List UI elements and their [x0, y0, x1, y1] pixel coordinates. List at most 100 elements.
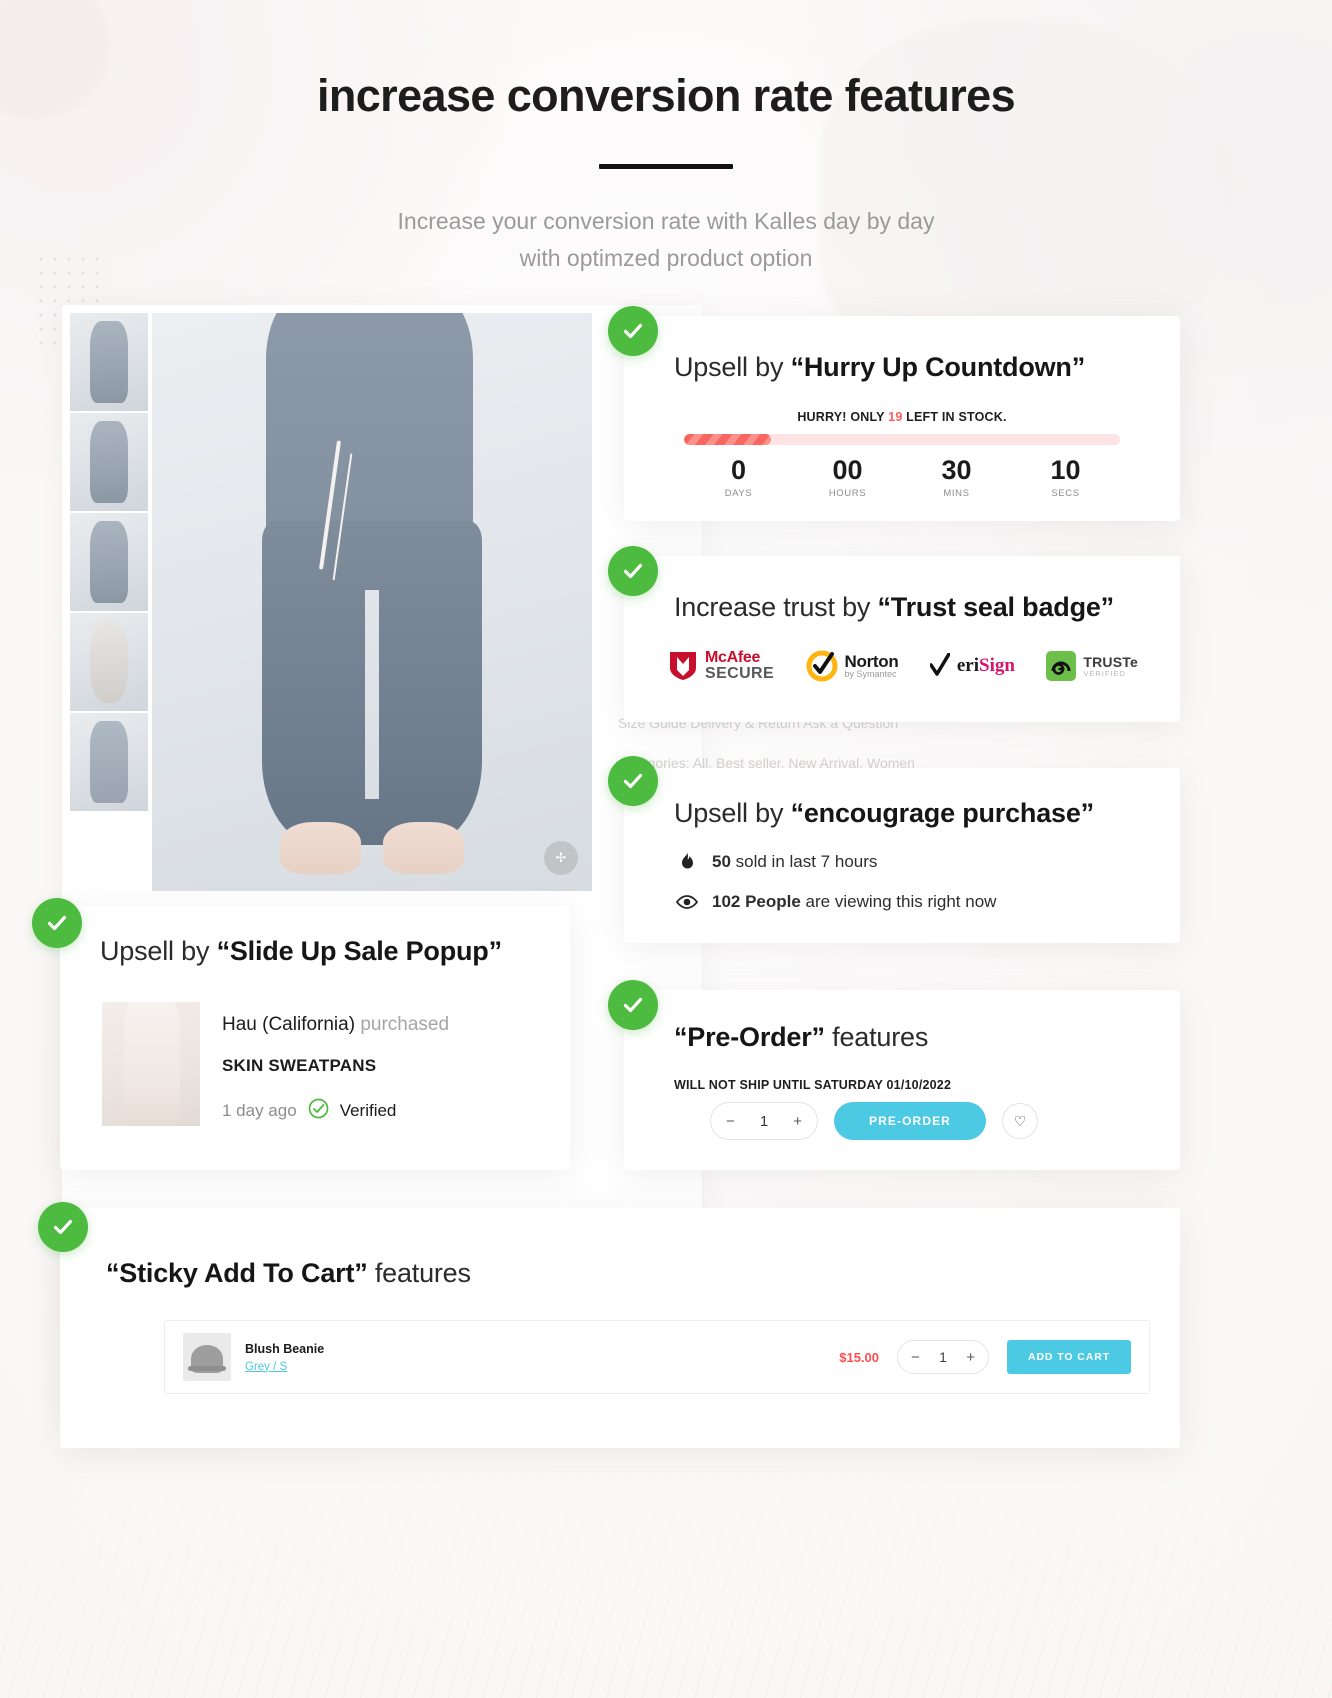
page-subtitle-line1: Increase your conversion rate with Kalle…: [397, 208, 935, 234]
preorder-quantity-stepper[interactable]: − 1 +: [710, 1102, 818, 1140]
countdown-hours-label: HOURS: [828, 488, 867, 500]
encourage-title-bold: “encougrage purchase”: [790, 798, 1095, 828]
product-main-image[interactable]: ✢: [152, 313, 592, 891]
quantity-decrease-button[interactable]: −: [726, 1114, 735, 1129]
sticky-card-title: “Sticky Add To Cart” features: [106, 1258, 471, 1289]
truste-line1: TRUSTe: [1083, 654, 1138, 671]
product-thumbnail[interactable]: [70, 613, 148, 711]
product-thumbnail[interactable]: [70, 313, 148, 411]
sold-count-row: 50 sold in last 7 hours: [676, 852, 877, 872]
countdown-days-label: DAYS: [724, 488, 753, 500]
check-badge-trust: [608, 546, 658, 596]
viewing-count-row: 102 People are viewing this right now: [676, 892, 996, 912]
page-title: increase conversion rate features: [316, 70, 1016, 121]
quantity-increase-button[interactable]: +: [966, 1350, 975, 1365]
flame-icon-svg: [681, 852, 693, 869]
check-icon: [623, 323, 643, 339]
sticky-title-plain: features: [367, 1258, 471, 1288]
popup-product-name[interactable]: SKIN SWEATPANS: [222, 1056, 376, 1076]
popup-time-ago: 1 day ago: [222, 1101, 297, 1120]
wishlist-heart-icon[interactable]: ♡: [1002, 1103, 1038, 1139]
sticky-cart-actions: $15.00 − 1 + ADD TO CART: [839, 1340, 1131, 1374]
norton-checkmark-circle-icon: [806, 650, 838, 682]
sticky-product-price: $15.00: [839, 1349, 879, 1365]
page-root: increase conversion rate features Increa…: [0, 0, 1332, 1698]
check-icon: [623, 773, 643, 789]
sticky-product-variant[interactable]: Grey / S: [245, 1361, 324, 1373]
verisign-sign: Sign: [979, 655, 1015, 677]
slideup-card-title: Upsell by “Slide Up Sale Popup”: [100, 936, 502, 967]
truste-badge: TRUSTe VERIFIED: [1046, 651, 1138, 682]
countdown-feature-card: Upsell by “Hurry Up Countdown” HURRY! ON…: [624, 316, 1180, 521]
quantity-increase-button[interactable]: +: [793, 1114, 802, 1129]
viewing-text: 102 People are viewing this right now: [712, 892, 996, 912]
verified-check-icon: [308, 1098, 329, 1124]
popup-buyer-name: Hau (California): [222, 1014, 356, 1035]
trust-badge-row: McAfee SECURE Norton by Symantec eriSign…: [668, 649, 1138, 683]
product-thumbnail[interactable]: [70, 513, 148, 611]
preorder-title-plain: features: [824, 1022, 929, 1052]
bottom-lines-decoration: [0, 1468, 1332, 1698]
popup-product-thumbnail[interactable]: [102, 1002, 200, 1126]
check-icon: [623, 997, 643, 1013]
product-thumbnail-list[interactable]: [70, 313, 148, 813]
mcafee-shield-icon: [670, 652, 696, 681]
sticky-title-bold: “Sticky Add To Cart”: [106, 1258, 368, 1288]
quantity-decrease-button[interactable]: −: [911, 1350, 920, 1365]
countdown-secs-value: 10: [1050, 455, 1081, 485]
encourage-purchase-feature-card: Upsell by “encougrage purchase” 50 sold …: [624, 768, 1180, 943]
sold-suffix: sold in last 7 hours: [730, 852, 878, 871]
check-badge-sticky: [38, 1202, 88, 1252]
image-zoom-icon[interactable]: ✢: [544, 841, 578, 875]
sold-text: 50 sold in last 7 hours: [712, 852, 877, 872]
norton-line2: by Symantec: [844, 669, 897, 680]
slideup-title-plain: Upsell by: [100, 936, 217, 966]
sticky-product-info: Blush Beanie Grey / S: [245, 1342, 324, 1373]
countdown-secs-label: SECS: [1051, 488, 1080, 500]
add-to-cart-button[interactable]: ADD TO CART: [1007, 1340, 1131, 1374]
norton-line1: Norton: [844, 652, 899, 672]
preorder-action-row: − 1 + PRE-ORDER ♡: [710, 1102, 1038, 1140]
trust-seal-feature-card: Increase trust by “Trust seal badge” McA…: [624, 556, 1180, 722]
mcafee-line2: SECURE: [705, 665, 775, 683]
popup-footer-line: 1 day ago Verified: [222, 1098, 396, 1124]
eye-icon-svg: [676, 895, 698, 909]
norton-badge-text: Norton by Symantec: [845, 653, 899, 680]
preorder-ship-notice: WILL NOT SHIP UNTIL SATURDAY 01/10/2022: [674, 1078, 952, 1092]
check-icon: [47, 915, 67, 931]
viewing-count: 102 People: [712, 892, 801, 911]
product-thumbnail[interactable]: [70, 713, 148, 811]
verisign-badge: eriSign: [929, 653, 1015, 679]
product-thumbnail[interactable]: [70, 413, 148, 511]
preorder-feature-card: “Pre-Order” features WILL NOT SHIP UNTIL…: [624, 990, 1180, 1170]
countdown-unit-mins: 30 MINS: [902, 456, 1011, 500]
popup-buyer-line: Hau (California) purchased: [222, 1014, 449, 1036]
mcafee-secure-badge: McAfee SECURE: [668, 649, 775, 683]
page-header: increase conversion rate features Increa…: [0, 0, 1332, 277]
check-badge-countdown: [608, 306, 658, 356]
check-badge-preorder: [608, 980, 658, 1030]
trust-title-bold: “Trust seal badge”: [877, 592, 1115, 622]
sticky-quantity-stepper[interactable]: − 1 +: [897, 1340, 989, 1374]
model-leg-gap: [365, 590, 379, 799]
countdown-title-plain: Upsell by: [674, 352, 791, 382]
verisign-check-icon: [929, 653, 950, 677]
stock-count: 19: [888, 410, 903, 424]
page-subtitle: Increase your conversion rate with Kalle…: [0, 203, 1332, 277]
sticky-product-thumbnail[interactable]: [183, 1333, 231, 1381]
preorder-card-title: “Pre-Order” features: [674, 1022, 928, 1053]
trust-title-plain: Increase trust by: [674, 592, 878, 622]
quantity-value[interactable]: 1: [939, 1350, 947, 1365]
popup-action: purchased: [355, 1014, 450, 1035]
verisign-badge-text: eriSign: [957, 655, 1015, 677]
flame-icon: [676, 852, 698, 872]
slideup-title-bold: “Slide Up Sale Popup”: [216, 936, 503, 966]
preorder-title-bold: “Pre-Order”: [674, 1022, 825, 1052]
pre-order-button[interactable]: PRE-ORDER: [834, 1102, 986, 1140]
countdown-unit-days: 0 DAYS: [684, 456, 793, 500]
countdown-hours-value: 00: [832, 455, 863, 485]
model-feet: [279, 821, 465, 874]
encourage-card-title: Upsell by “encougrage purchase”: [674, 798, 1094, 829]
mcafee-line1: McAfee: [705, 649, 761, 666]
quantity-value[interactable]: 1: [760, 1113, 768, 1130]
